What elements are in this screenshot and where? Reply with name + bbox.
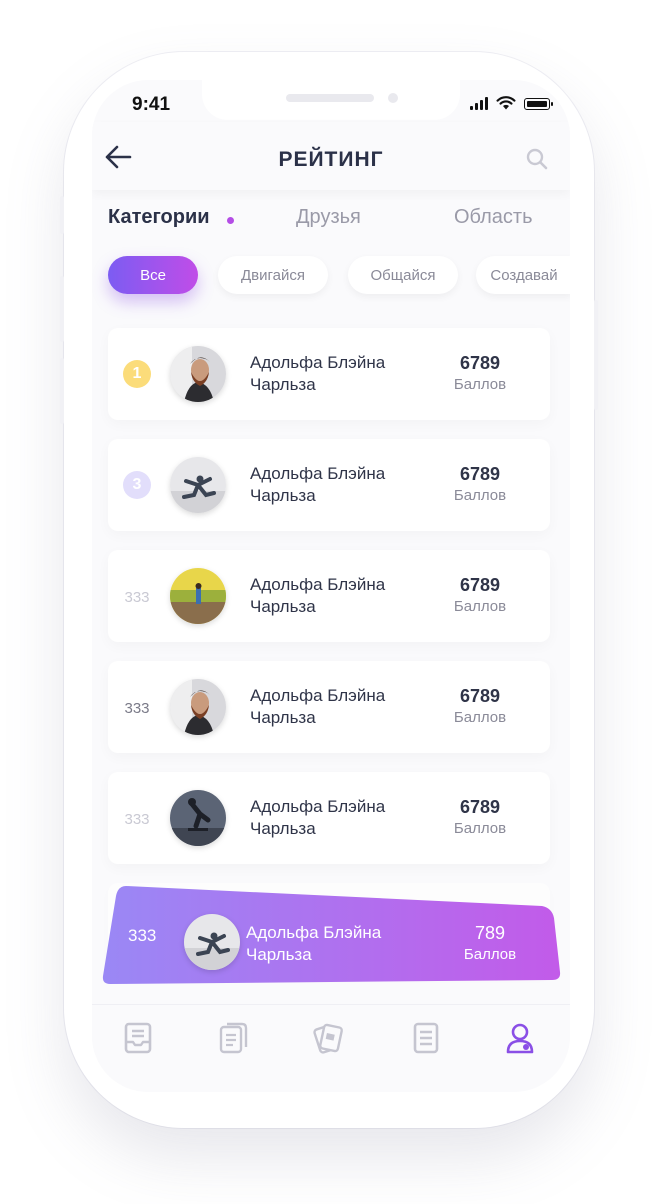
score-label: Баллов bbox=[453, 487, 507, 504]
field-person-photo bbox=[170, 568, 226, 624]
chip-create[interactable]: Создавай bbox=[476, 256, 570, 294]
chip-communicate[interactable]: Общайся bbox=[348, 256, 458, 294]
current-user-row[interactable]: 333 Адольфа Блэйна Чарльза 789 Баллов bbox=[102, 886, 562, 984]
rank-number: 333 bbox=[124, 588, 150, 606]
score-value: 6789 bbox=[459, 464, 501, 484]
score-value: 6789 bbox=[459, 575, 501, 595]
leaderboard-row[interactable]: 333 Адольфа Блэйна Чарльза 6789 Баллов bbox=[108, 772, 550, 864]
profile-icon[interactable] bbox=[504, 1021, 536, 1055]
user-name: Адольфа Блэйна Чарльза bbox=[246, 923, 382, 964]
score: 6789 Баллов bbox=[440, 463, 520, 507]
user-name: Адольфа Блэйна Чарльза bbox=[250, 797, 386, 838]
rank-badge: 1 bbox=[123, 360, 151, 388]
notch bbox=[202, 80, 460, 120]
top-bar: РЕЙТИНГ bbox=[92, 122, 570, 190]
volume-down-button bbox=[60, 358, 64, 424]
leaderboard-row[interactable]: 3 Адольфа Блэйна Чарльза 6789 Баллов bbox=[108, 439, 550, 531]
score: 789 Баллов bbox=[450, 922, 530, 966]
user-name: Адольфа Блэйна Чарльза bbox=[250, 464, 386, 505]
avatar bbox=[170, 568, 226, 624]
bearded-man-photo bbox=[170, 346, 226, 402]
avatar bbox=[170, 457, 226, 513]
page-title: РЕЙТИНГ bbox=[278, 148, 384, 171]
score-value: 6789 bbox=[459, 797, 501, 817]
tab-friends[interactable]: Друзья bbox=[296, 206, 361, 229]
score: 6789 Баллов bbox=[440, 352, 520, 396]
score-label: Баллов bbox=[463, 946, 517, 963]
active-tab-dot bbox=[227, 217, 234, 224]
volume-up-button bbox=[60, 276, 64, 342]
signal-icon bbox=[470, 96, 488, 110]
score-label: Баллов bbox=[453, 709, 507, 726]
filter-chips: Все Двигайся Общайся Создавай bbox=[108, 256, 570, 296]
skater-photo bbox=[170, 790, 226, 846]
score-label: Баллов bbox=[453, 598, 507, 615]
score-label: Баллов bbox=[453, 376, 507, 393]
user-name: Адольфа Блэйна Чарльза bbox=[250, 575, 386, 616]
documents-icon[interactable] bbox=[218, 1021, 250, 1055]
score-label: Баллов bbox=[453, 820, 507, 837]
jumping-man-photo bbox=[184, 914, 240, 970]
power-button bbox=[594, 300, 598, 410]
rank-badge: 3 bbox=[123, 471, 151, 499]
inbox-icon[interactable] bbox=[122, 1021, 154, 1055]
score-value: 6789 bbox=[459, 353, 501, 373]
bearded-man-photo bbox=[170, 679, 226, 735]
avatar bbox=[170, 346, 226, 402]
rank-number: 333 bbox=[124, 699, 150, 717]
user-name: Адольфа Блэйна Чарльза bbox=[250, 686, 386, 727]
avatar bbox=[170, 790, 226, 846]
rank-number: 333 bbox=[124, 810, 150, 828]
status-icons bbox=[470, 96, 553, 110]
list-icon[interactable] bbox=[410, 1021, 442, 1055]
leaderboard-row[interactable]: 1 Адольфа Блэйна Чарльза 6789 Баллов bbox=[108, 328, 550, 420]
score-value: 789 bbox=[474, 923, 506, 943]
tabs: Категории Друзья Область bbox=[92, 206, 570, 236]
jumping-man-photo bbox=[170, 457, 226, 513]
chip-all[interactable]: Все bbox=[108, 256, 198, 294]
camera bbox=[388, 93, 398, 103]
wifi-icon bbox=[496, 96, 516, 110]
battery-icon bbox=[524, 98, 553, 110]
leaderboard-row[interactable]: 333 Адольфа Блэйна Чарльза 6789 Баллов bbox=[108, 661, 550, 753]
score: 6789 Баллов bbox=[440, 574, 520, 618]
avatar bbox=[170, 679, 226, 735]
score: 6789 Баллов bbox=[440, 685, 520, 729]
bottom-nav bbox=[92, 1004, 570, 1092]
speaker bbox=[286, 94, 374, 102]
avatar bbox=[184, 914, 240, 970]
tab-region[interactable]: Область bbox=[454, 206, 533, 229]
side-button bbox=[60, 196, 64, 234]
app-screen: 9:41 РЕЙТИНГ Категории Друзья Область Вс… bbox=[92, 80, 570, 1092]
rank-number: 333 bbox=[128, 926, 157, 945]
score-value: 6789 bbox=[459, 686, 501, 706]
status-time: 9:41 bbox=[132, 94, 171, 115]
chip-move[interactable]: Двигайся bbox=[218, 256, 328, 294]
user-name: Адольфа Блэйна Чарльза bbox=[250, 353, 386, 394]
leaderboard-row[interactable]: 333 Адольфа Блэйна Чарльза 6789 Баллов bbox=[108, 550, 550, 642]
score: 6789 Баллов bbox=[440, 796, 520, 840]
cards-icon[interactable] bbox=[312, 1021, 344, 1055]
tab-categories[interactable]: Категории bbox=[108, 206, 210, 229]
search-icon[interactable] bbox=[526, 148, 548, 170]
